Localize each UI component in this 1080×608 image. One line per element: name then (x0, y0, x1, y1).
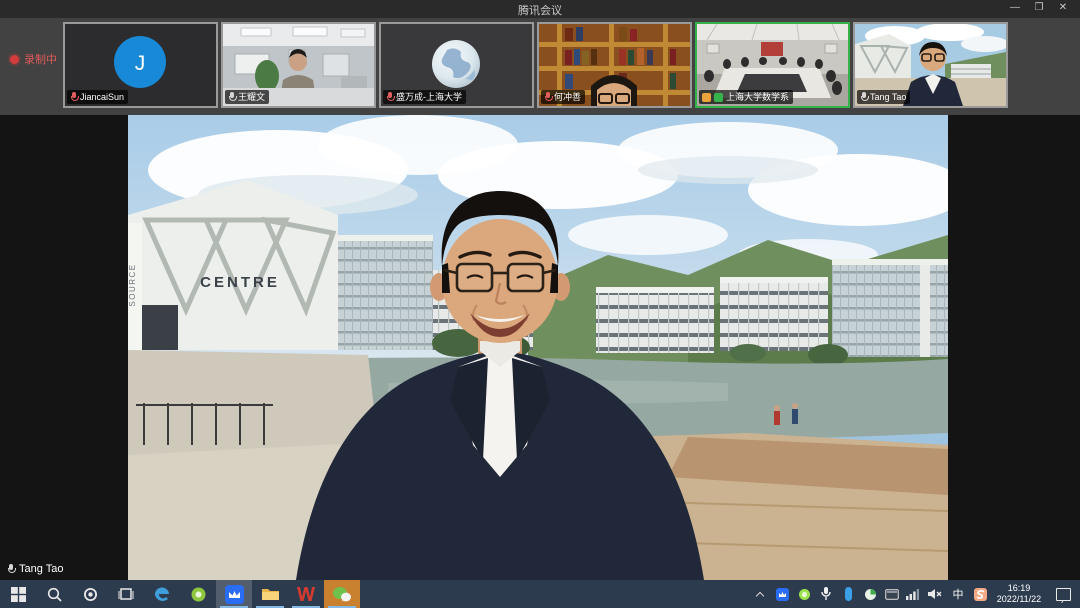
taskbar-clock[interactable]: 16:19 2022/11/22 (990, 583, 1048, 605)
tray-network[interactable] (902, 580, 922, 608)
main-stage: SOURCE CENTRE (0, 115, 1080, 580)
participant-name: 上海大学数学系 (726, 91, 789, 103)
mic-muted-icon (544, 92, 551, 102)
sogou-input-icon (974, 588, 987, 601)
participant-nameplate: Tang Tao (857, 90, 910, 104)
edge-icon (153, 585, 171, 603)
taskbar-wps-office[interactable] (288, 580, 324, 608)
participant-thumbnail-wangyaowen[interactable]: 王耀文 (221, 22, 376, 108)
wechat-icon (332, 586, 352, 603)
task-view-button[interactable] (108, 580, 144, 608)
taskbar-tencent-meeting[interactable] (216, 580, 252, 608)
windows-taskbar: 中 16:19 2022/11/22 (0, 580, 1080, 608)
clock-time: 16:19 (990, 583, 1048, 594)
participant-name: 王耀文 (238, 91, 265, 103)
tray-app-window[interactable] (882, 580, 902, 608)
tray-input-language[interactable]: 中 (948, 580, 968, 608)
participant-nameplate: 盛万成-上海大学 (383, 90, 466, 104)
speaker-muted-icon (928, 588, 943, 600)
tray-app-pie[interactable] (860, 580, 880, 608)
window-title: 腾讯会议 (0, 2, 1080, 18)
network-signal-icon (906, 589, 919, 600)
cortana-icon (83, 587, 98, 602)
action-center-button[interactable] (1052, 580, 1074, 608)
maximize-button[interactable]: ❐ (1032, 2, 1046, 13)
green-dot-icon (798, 588, 811, 601)
task-view-icon (118, 587, 134, 601)
tray-app-blue[interactable] (838, 580, 858, 608)
participant-thumbnail-shengwancheng[interactable]: 盛万成-上海大学 (379, 22, 534, 108)
recording-label: 录制中 (24, 51, 57, 67)
tray-tencent-meeting[interactable] (772, 580, 792, 608)
participant-name: 盛万成-上海大学 (396, 91, 462, 103)
main-speaker-nameplate: Tang Tao (2, 561, 70, 577)
pie-status-icon (864, 588, 877, 601)
search-icon (47, 587, 62, 602)
tray-sogou-input[interactable] (970, 580, 990, 608)
browser-360-icon (190, 586, 207, 603)
file-explorer-icon (261, 586, 280, 602)
tray-microphone[interactable] (816, 580, 836, 608)
participant-name: JiancaiSun (80, 91, 124, 103)
recording-indicator: 录制中 (10, 51, 57, 67)
minimize-button[interactable]: — (1008, 2, 1022, 13)
blue-capsule-icon (844, 587, 853, 601)
microphone-icon (821, 587, 831, 601)
taskbar-file-explorer[interactable] (252, 580, 288, 608)
taskbar-wechat[interactable] (324, 580, 360, 608)
main-speaker-video[interactable]: SOURCE CENTRE (128, 115, 948, 580)
recording-dot-icon (10, 55, 19, 64)
chevron-up-icon (757, 591, 764, 598)
participant-thumbnail-shu-math-dept[interactable]: 上海大学数学系 (695, 22, 850, 108)
tencent-meeting-mini-icon (776, 588, 789, 601)
participant-nameplate: 上海大学数学系 (699, 90, 793, 104)
tencent-meeting-icon (225, 585, 244, 604)
close-button[interactable]: ✕ (1056, 2, 1070, 13)
search-button[interactable] (36, 580, 72, 608)
participant-name: Tang Tao (870, 91, 906, 103)
main-speaker-name: Tang Tao (19, 563, 63, 575)
tray-green-status[interactable] (794, 580, 814, 608)
tray-volume[interactable] (924, 580, 946, 608)
speaker-badge-icon (714, 93, 723, 102)
cortana-button[interactable] (72, 580, 108, 608)
avatar-letter: J (135, 52, 146, 75)
windows-start-icon (11, 587, 26, 602)
campus-scene: SOURCE CENTRE (128, 115, 948, 580)
tray-show-hidden-icons[interactable] (752, 580, 768, 608)
edge-browser-button[interactable] (144, 580, 180, 608)
host-badge-icon (702, 93, 711, 102)
mic-muted-icon (70, 92, 77, 102)
participant-name: 何冲善 (554, 91, 581, 103)
mic-icon (860, 92, 867, 102)
browser-360-button[interactable] (180, 580, 216, 608)
participant-filmstrip: 录制中 J JiancaiSun (0, 18, 1080, 115)
participant-thumbnail-jiancaisun[interactable]: J JiancaiSun (63, 22, 218, 108)
wps-office-icon (296, 586, 316, 602)
participant-thumbnail-tangtao[interactable]: Tang Tao (853, 22, 1008, 108)
action-center-icon (1056, 588, 1071, 601)
centre-sign: CENTRE (200, 274, 280, 291)
mic-muted-icon (386, 92, 393, 102)
input-language-label: 中 (949, 586, 967, 602)
clock-date: 2022/11/22 (990, 594, 1048, 605)
mic-icon (228, 92, 235, 102)
participant-thumbnail-hechongshan[interactable]: 何冲善 (537, 22, 692, 108)
dark-window-icon (885, 589, 899, 600)
participant-nameplate: JiancaiSun (67, 90, 128, 104)
source-sign: SOURCE (128, 263, 137, 306)
window-titlebar: 腾讯会议 — ❐ ✕ (0, 0, 1080, 18)
mic-icon (7, 564, 15, 575)
participant-nameplate: 王耀文 (225, 90, 269, 104)
participant-nameplate: 何冲善 (541, 90, 585, 104)
start-button[interactable] (0, 580, 36, 608)
